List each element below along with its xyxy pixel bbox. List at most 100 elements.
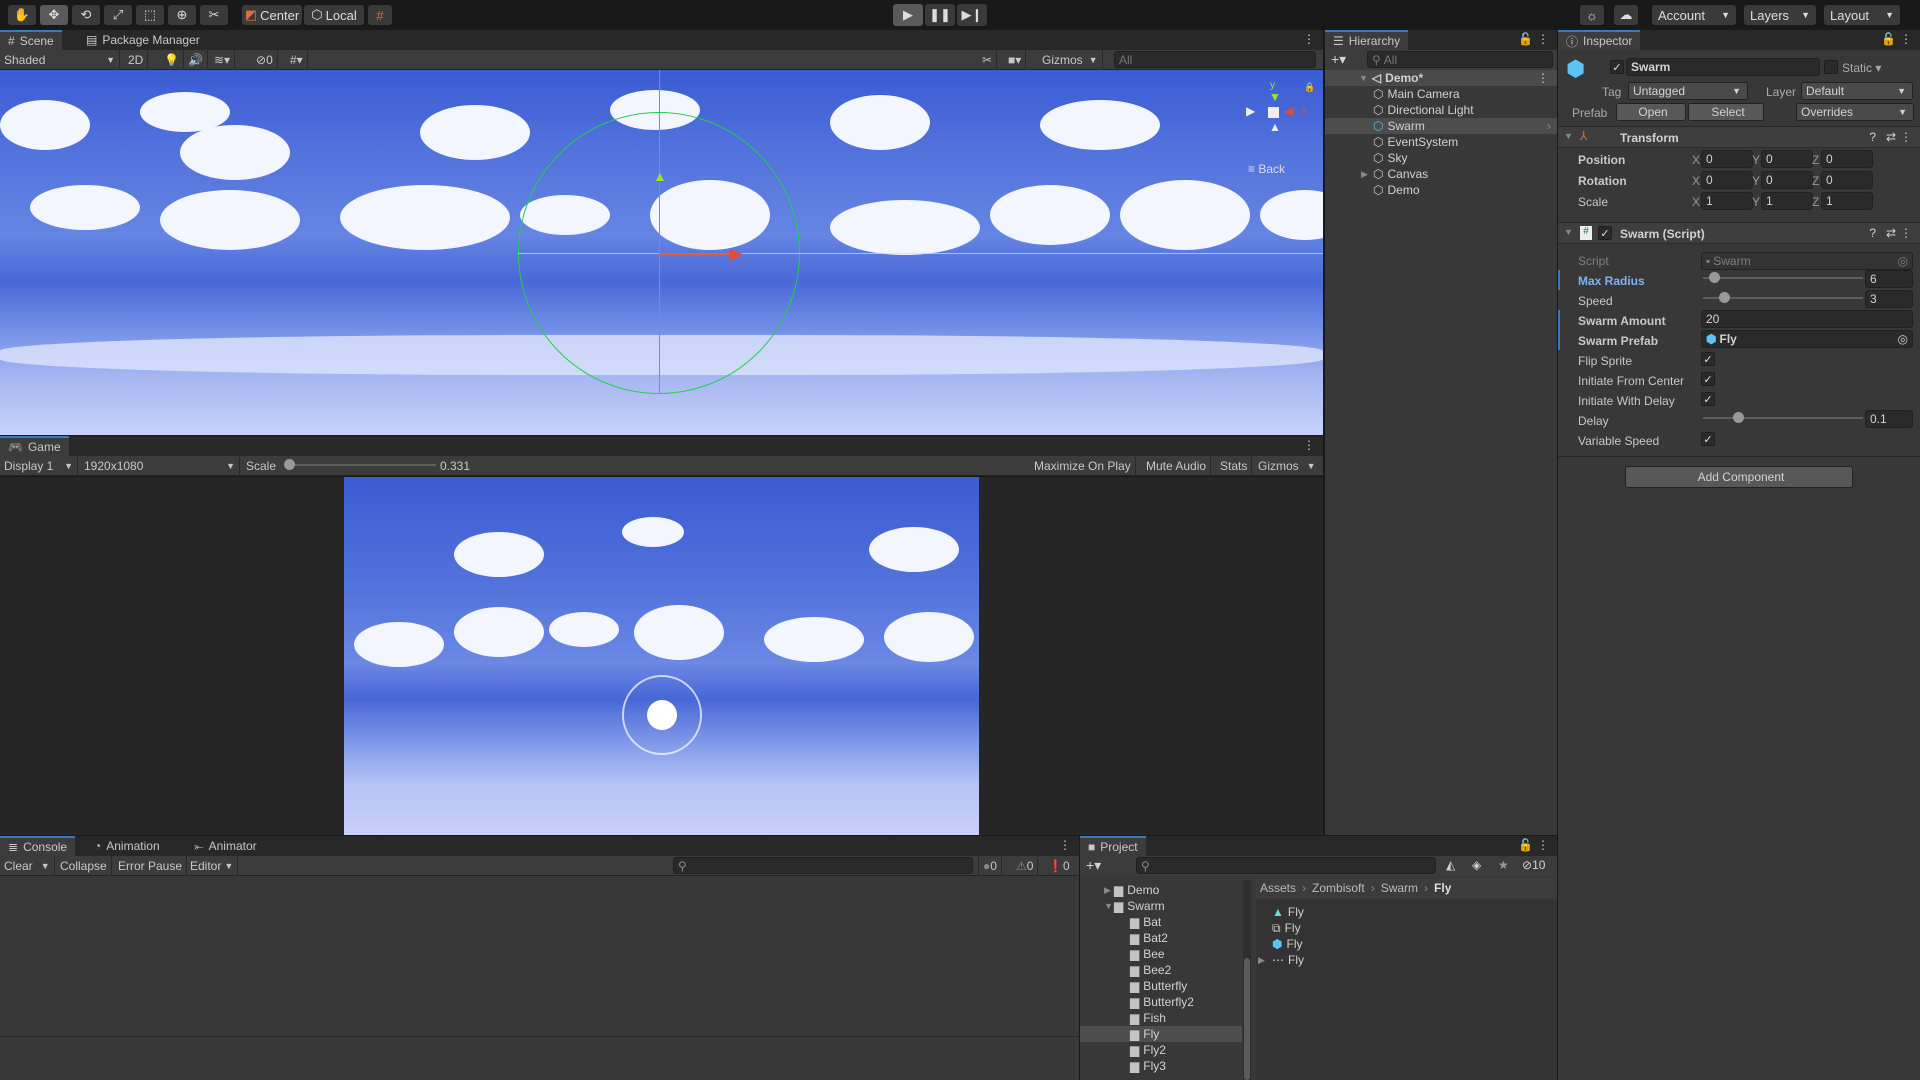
pivot-local-button[interactable]: ⬡ Local — [304, 5, 364, 25]
speed-slider[interactable] — [1703, 289, 1863, 309]
account-dropdown[interactable]: Account ▼ — [1652, 5, 1736, 25]
stats-button[interactable]: Stats — [1216, 456, 1253, 476]
hierarchy-item[interactable]: ▶ ⬡ Canvas — [1325, 166, 1557, 182]
more-menu-icon[interactable]: ⋮ — [1537, 71, 1549, 85]
scene-orientation-gizmo[interactable]: y ▼ ◀ x ▶ ▲ 🔒 — [1242, 80, 1315, 152]
folder-item[interactable]: ▆ Fly — [1080, 1026, 1242, 1042]
resolution-dropdown[interactable]: 1920x1080 ▼ — [80, 456, 240, 476]
tab-game[interactable]: 🎮 Game — [0, 436, 69, 456]
slider-knob[interactable] — [1709, 272, 1721, 283]
more-menu-icon[interactable]: ⋮ — [1537, 838, 1549, 852]
slider-knob[interactable] — [1718, 292, 1730, 303]
folder-item[interactable]: ▆ Fly3 — [1080, 1058, 1242, 1074]
move-handle-y-icon[interactable]: ▲ — [653, 168, 667, 184]
expand-arrow-down-icon[interactable]: ▼ — [1104, 901, 1113, 911]
breadcrumb-item[interactable]: Swarm — [1381, 881, 1418, 895]
lock-icon[interactable]: 🔒 — [1304, 82, 1315, 93]
transform-x-input[interactable]: 0 — [1701, 150, 1753, 168]
breadcrumb-item[interactable]: Fly — [1434, 881, 1451, 895]
initiate-with-delay-checkbox[interactable]: ✓ — [1701, 392, 1715, 406]
flip-sprite-checkbox[interactable]: ✓ — [1701, 352, 1715, 366]
collapse-button[interactable]: Collapse — [56, 856, 112, 876]
folder-item[interactable]: ▆ Bee — [1080, 946, 1242, 962]
create-plus-button[interactable]: +▾ — [1331, 51, 1346, 68]
active-checkbox[interactable]: ✓ — [1610, 60, 1624, 74]
effects-toggle-icon[interactable]: ≋▾ — [210, 50, 236, 70]
warning-toggle[interactable]: ⚠ 0 — [1012, 856, 1039, 876]
tab-animation[interactable]: ◔ Animation — [86, 836, 168, 856]
more-menu-icon[interactable]: ⋮ — [1303, 32, 1315, 46]
filter-by-label-icon[interactable]: ◈ — [1472, 858, 1481, 872]
transform-y-input[interactable]: 0 — [1761, 171, 1813, 189]
project-search-input[interactable]: ⚲ — [1136, 857, 1436, 874]
max-radius-input[interactable]: 6 — [1865, 270, 1913, 288]
prefab-overrides-dropdown[interactable]: Overrides ▼ — [1796, 103, 1914, 121]
error-toggle[interactable]: ❗ 0 — [1044, 856, 1074, 876]
cloud-icon[interactable]: ☁ — [1614, 5, 1638, 25]
prefab-open-button[interactable]: Open — [1616, 103, 1686, 121]
transform-x-input[interactable]: 1 — [1701, 192, 1753, 210]
help-icon[interactable]: ? — [1869, 226, 1876, 240]
hierarchy-item[interactable]: ⬡ Main Camera — [1325, 86, 1557, 102]
object-name-input[interactable]: Swarm — [1626, 58, 1820, 76]
scale-slider-knob[interactable] — [284, 459, 295, 470]
lock-icon[interactable]: 🔓 — [1518, 838, 1533, 852]
folder-item[interactable]: ▆ Bee2 — [1080, 962, 1242, 978]
asset-item[interactable]: ▲ Fly — [1256, 904, 1557, 920]
tab-package-manager[interactable]: ▤ Package Manager — [78, 30, 208, 50]
move-handle-x-icon[interactable]: ▶ — [730, 244, 742, 264]
shading-dropdown[interactable]: Shaded ▼ — [0, 50, 120, 70]
layers-dropdown[interactable]: Layers ▼ — [1744, 5, 1816, 25]
tag-dropdown[interactable]: Untagged ▼ — [1628, 82, 1748, 100]
folder-item[interactable]: ▆ Bat — [1080, 914, 1242, 930]
more-menu-icon[interactable]: ⋮ — [1537, 32, 1549, 46]
tab-project[interactable]: ■ Project — [1080, 836, 1146, 856]
more-menu-icon[interactable]: ⋮ — [1303, 438, 1315, 452]
folder-item[interactable]: ▆ Bat2 — [1080, 930, 1242, 946]
rect-tool-button[interactable]: ⬚ — [136, 5, 164, 25]
game-view[interactable] — [344, 477, 979, 835]
console-log-area[interactable] — [0, 876, 1079, 1080]
folder-item[interactable]: ▆ Butterfly — [1080, 978, 1242, 994]
folder-item[interactable]: ▶ ▆ Demo — [1080, 882, 1242, 898]
tab-animator[interactable]: ⤜ Animator — [186, 836, 265, 856]
more-menu-icon[interactable]: ⋮ — [1900, 32, 1912, 46]
swarm-prefab-field[interactable]: ⬢ Fly ◎ — [1701, 330, 1913, 348]
favorite-star-icon[interactable]: ★ — [1498, 858, 1509, 872]
asset-item[interactable]: ⧉ Fly — [1256, 920, 1557, 936]
filter-by-type-icon[interactable]: ◭ — [1446, 858, 1455, 872]
transform-z-input[interactable]: 0 — [1821, 171, 1873, 189]
move-tool-button[interactable]: ✥ — [40, 5, 68, 25]
step-button[interactable]: ▶❙ — [957, 4, 987, 26]
help-icon[interactable]: ? — [1869, 130, 1876, 144]
camera-dropdown-icon[interactable]: ■▾ — [1004, 50, 1027, 70]
hierarchy-item[interactable]: ⬡ Sky — [1325, 150, 1557, 166]
create-plus-button[interactable]: +▾ — [1086, 857, 1101, 874]
hierarchy-item[interactable]: ⬡ Swarm › — [1325, 118, 1557, 134]
tab-inspector[interactable]: ⓘ Inspector — [1558, 30, 1641, 50]
hierarchy-item[interactable]: ⬡ Demo — [1325, 182, 1557, 198]
more-menu-icon[interactable]: ⋮ — [1059, 838, 1071, 852]
swarm-script-header[interactable]: ▼ # ✓ Swarm (Script) ? ⇄ ⋮ — [1558, 222, 1920, 244]
transform-y-input[interactable]: 1 — [1761, 192, 1813, 210]
custom-tool-button[interactable]: ✂ — [200, 5, 228, 25]
add-component-button[interactable]: Add Component — [1625, 466, 1853, 488]
folder-item[interactable]: ▆ Fish — [1080, 1010, 1242, 1026]
game-gizmos-dropdown[interactable]: Gizmos ▼ — [1254, 456, 1320, 476]
more-menu-icon[interactable]: ⋮ — [1900, 130, 1912, 144]
speed-input[interactable]: 3 — [1865, 290, 1913, 308]
display-dropdown[interactable]: Display 1 ▼ — [0, 456, 78, 476]
hierarchy-item[interactable]: ⬡ EventSystem — [1325, 134, 1557, 150]
transform-x-input[interactable]: 0 — [1701, 171, 1753, 189]
breadcrumb-item[interactable]: Zombisoft — [1312, 881, 1365, 895]
folder-item[interactable]: ▆ Fly2 — [1080, 1042, 1242, 1058]
lighting-toggle-icon[interactable]: 💡 — [160, 50, 184, 70]
scene-view[interactable]: ▲ ▶ y ▼ ◀ x ▶ ▲ 🔒 ≡ Back — [0, 70, 1323, 435]
variable-speed-checkbox[interactable]: ✓ — [1701, 432, 1715, 446]
tools-icon[interactable]: ✂ — [978, 50, 998, 70]
services-icon[interactable]: ☼ — [1580, 5, 1604, 25]
clear-button[interactable]: Clear ▼ — [0, 856, 55, 876]
scale-slider[interactable] — [284, 456, 436, 476]
lock-icon[interactable]: 🔓 — [1881, 32, 1896, 46]
transform-z-input[interactable]: 1 — [1821, 192, 1873, 210]
